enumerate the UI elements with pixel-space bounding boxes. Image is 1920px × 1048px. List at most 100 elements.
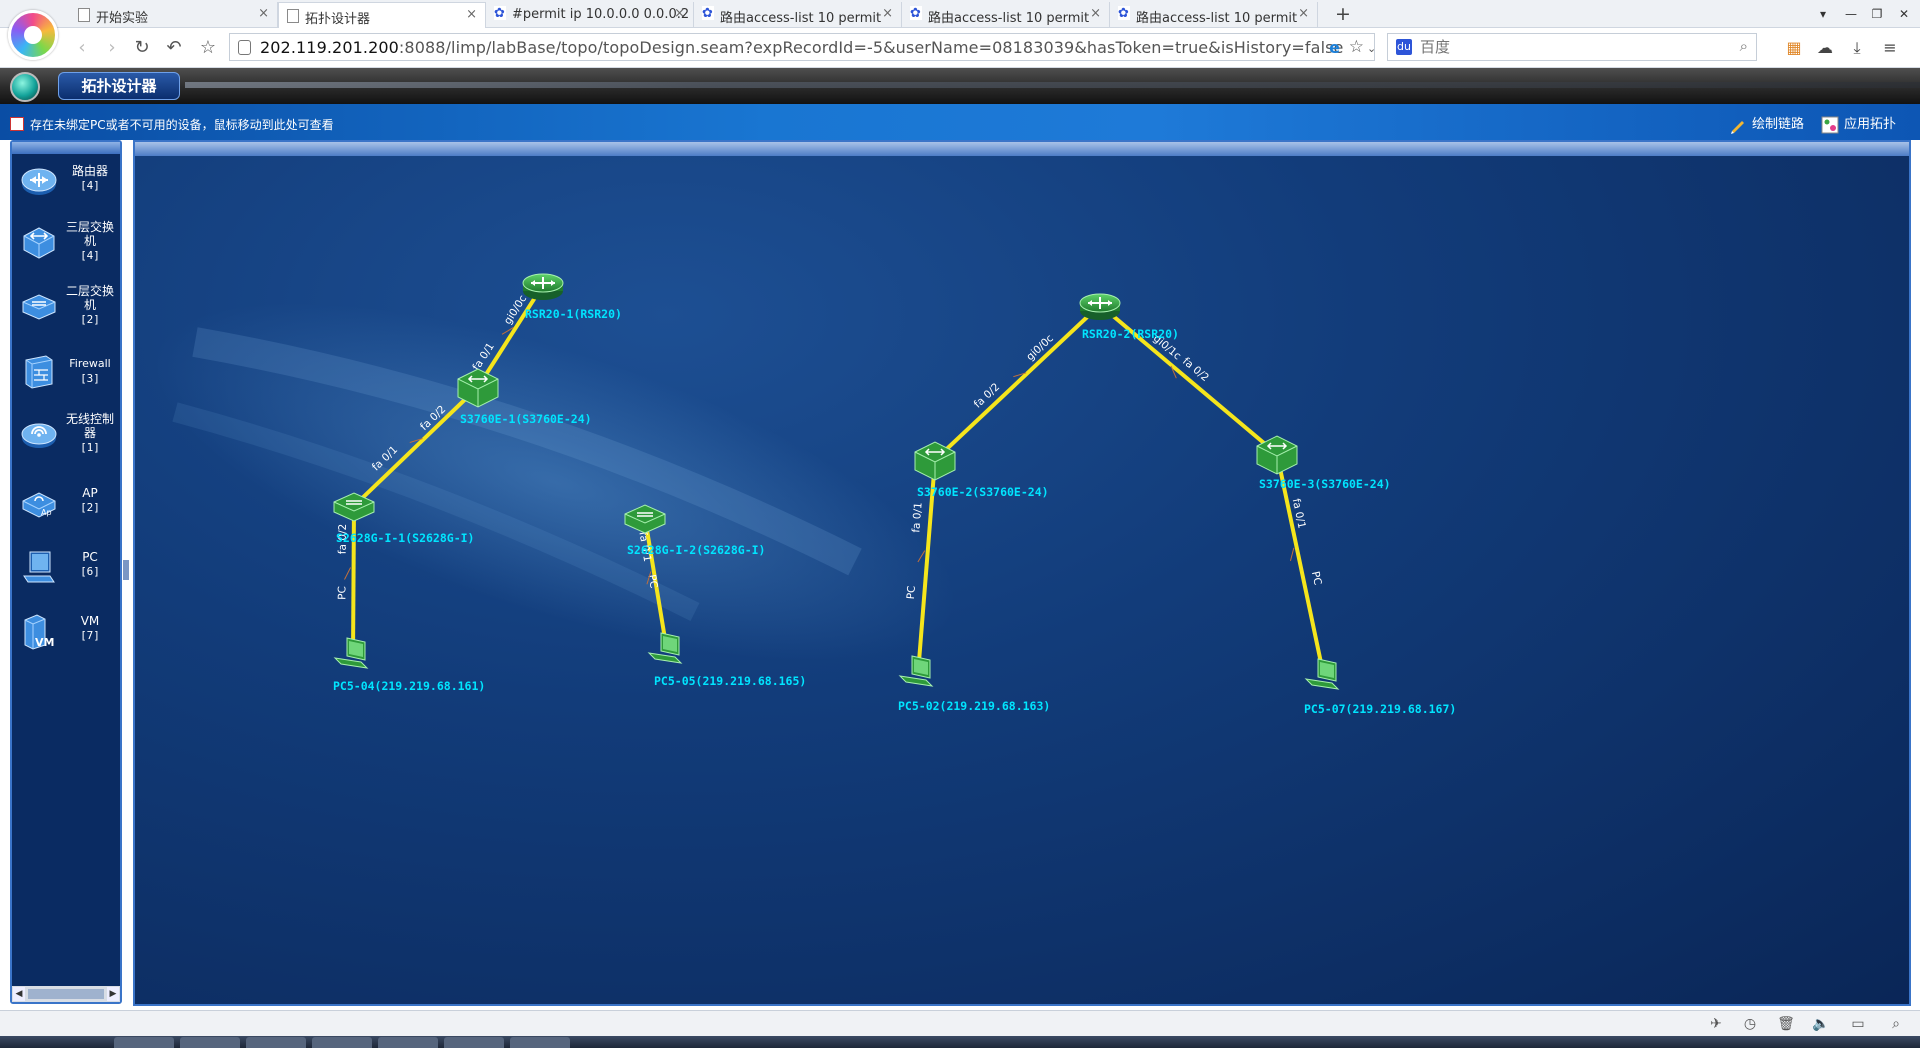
draw-link-button[interactable]: 绘制链路 bbox=[1729, 113, 1804, 134]
taskbar-button[interactable] bbox=[114, 1037, 174, 1048]
bookmark-star-icon[interactable]: ☆ bbox=[196, 36, 220, 60]
close-icon[interactable]: × bbox=[258, 6, 269, 21]
browser-status-bar: ✈ ◷ 🗑 🔈 ▭ ⌕ bbox=[0, 1010, 1920, 1036]
link-line[interactable] bbox=[351, 505, 356, 657]
router-icon[interactable] bbox=[522, 273, 564, 300]
tab-label: 拓扑设计器 bbox=[305, 12, 371, 27]
download-icon[interactable]: ⤓ bbox=[1845, 36, 1869, 60]
topology-link[interactable]: gi0/0cfa 0/2 bbox=[933, 303, 1102, 462]
taskbar-button[interactable] bbox=[246, 1037, 306, 1048]
app-header: 拓扑设计器 bbox=[0, 68, 1920, 104]
taskbar-button[interactable] bbox=[510, 1037, 570, 1048]
scroll-left-icon[interactable]: ◀ bbox=[13, 987, 25, 1001]
page-info-icon[interactable] bbox=[238, 40, 251, 55]
browser-tab[interactable]: ✿ #permit ip 10.0.0.0 0.0.0.2 × bbox=[486, 2, 694, 28]
scroll-right-icon[interactable]: ▶ bbox=[107, 987, 119, 1001]
os-taskbar bbox=[0, 1036, 1920, 1048]
search-icon[interactable]: ⌕ bbox=[1740, 37, 1748, 55]
chevron-down-icon[interactable]: ⌄ bbox=[1367, 42, 1376, 55]
apply-topology-label: 应用拓扑 bbox=[1844, 117, 1897, 132]
minimize-icon[interactable]: — bbox=[1840, 4, 1862, 24]
apply-topology-button[interactable]: 应用拓扑 bbox=[1821, 113, 1896, 134]
cloud-icon[interactable]: ☁ bbox=[1813, 36, 1837, 60]
router-icon[interactable] bbox=[1079, 293, 1121, 320]
pc-icon[interactable] bbox=[333, 637, 369, 669]
pc-icon[interactable] bbox=[898, 655, 934, 687]
pin-icon[interactable]: ✈ bbox=[1707, 1015, 1725, 1033]
palette-item-firewall[interactable]: Firewall [3] bbox=[16, 346, 120, 406]
close-icon[interactable]: × bbox=[466, 7, 477, 22]
panel-splitter-handle[interactable] bbox=[123, 560, 129, 580]
palette-item-vm[interactable]: VM VM [7] bbox=[16, 606, 120, 666]
taskbar-button[interactable] bbox=[312, 1037, 372, 1048]
taskbar-button[interactable] bbox=[444, 1037, 504, 1048]
taskbar-button[interactable] bbox=[180, 1037, 240, 1048]
palette-count: [4] bbox=[80, 249, 100, 262]
router-icon bbox=[21, 168, 57, 195]
palette-item-ap[interactable]: Ap AP [2] bbox=[16, 478, 120, 538]
palette-item-router[interactable]: 路由器 [4] bbox=[16, 156, 120, 216]
browser-tab[interactable]: 开始实验 × bbox=[70, 2, 278, 28]
zoom-icon[interactable]: ⌕ bbox=[1887, 1015, 1905, 1033]
url-text[interactable]: 202.119.201.200:8088/limp/labBase/topo/t… bbox=[260, 38, 1344, 57]
back-icon[interactable]: ‹ bbox=[70, 36, 94, 60]
warning-icon[interactable] bbox=[10, 117, 24, 131]
restore-icon[interactable]: ❐ bbox=[1866, 4, 1888, 24]
pc-node[interactable]: PC5-04(219.219.68.161) bbox=[333, 637, 485, 693]
l3-switch-node[interactable]: S3760E-2(S3760E-24) bbox=[914, 441, 1049, 499]
browser-tab[interactable]: ✿ 路由access-list 10 permit × bbox=[902, 2, 1110, 28]
reload-icon[interactable]: ↻ bbox=[130, 36, 154, 60]
tab-label: 路由access-list 10 permit bbox=[720, 11, 882, 26]
address-bar[interactable]: 202.119.201.200:8088/limp/labBase/topo/t… bbox=[229, 33, 1375, 61]
forward-icon[interactable]: › bbox=[100, 36, 124, 60]
l3-switch-node[interactable]: S3760E-3(S3760E-24) bbox=[1256, 435, 1391, 491]
close-icon[interactable]: × bbox=[882, 6, 893, 21]
browser-logo-icon[interactable] bbox=[8, 10, 58, 60]
page-icon bbox=[78, 8, 90, 22]
palette-item-wireless-controller[interactable]: 无线控制器 [1] bbox=[16, 410, 120, 470]
palette-label: AP bbox=[82, 486, 98, 500]
palette-label: 三层交换机 bbox=[65, 220, 114, 248]
pc-node[interactable]: PC5-02(219.219.68.163) bbox=[898, 655, 1050, 713]
url-path: :8088/limp/labBase/topo/topoDesign.seam?… bbox=[398, 38, 1344, 57]
menu-icon[interactable]: ≡ bbox=[1878, 36, 1902, 60]
device-label: S2628G-I-1(S2628G-I) bbox=[336, 531, 474, 545]
router-node[interactable]: RSR20-1(RSR20) bbox=[522, 273, 622, 321]
router-node[interactable]: RSR20-2(RSR20) bbox=[1079, 293, 1179, 341]
sound-icon[interactable]: 🔈 bbox=[1812, 1015, 1830, 1033]
palette-item-pc[interactable]: PC [6] bbox=[16, 542, 120, 602]
speed-icon[interactable]: ◷ bbox=[1741, 1015, 1759, 1033]
taskbar-button[interactable] bbox=[378, 1037, 438, 1048]
scrollbar-thumb[interactable] bbox=[28, 989, 104, 999]
pc-icon bbox=[23, 551, 55, 583]
unbound-device-warning[interactable]: 存在未绑定PC或者不可用的设备，鼠标移动到此处可查看 bbox=[30, 116, 334, 133]
palette-count: [2] bbox=[80, 501, 100, 514]
browser-tab[interactable]: ✿ 路由access-list 10 permit × bbox=[694, 2, 902, 28]
search-box[interactable]: du ⌕ bbox=[1387, 33, 1757, 61]
new-tab-button[interactable]: + bbox=[1330, 2, 1356, 26]
undo-icon[interactable]: ↶ bbox=[162, 36, 186, 60]
palette-item-l3-switch[interactable]: 三层交换机 [4] bbox=[16, 218, 120, 278]
device-label: S3760E-1(S3760E-24) bbox=[460, 412, 592, 426]
topology-canvas[interactable]: gi0/0c fa 0/1 fa 0/2 fa 0/1 fa 0/2 PC fa 0/1 PC… bbox=[133, 140, 1911, 1006]
favorite-star-icon[interactable]: ☆ bbox=[1349, 37, 1364, 57]
tab-label: #permit ip 10.0.0.0 0.0.0.2 bbox=[512, 7, 690, 22]
pin-window-icon[interactable]: ▾ bbox=[1812, 4, 1834, 24]
close-icon[interactable]: × bbox=[1298, 6, 1309, 21]
ie-mode-icon[interactable]: e bbox=[1329, 38, 1340, 57]
close-icon[interactable]: × bbox=[1090, 6, 1101, 21]
browser-tab-active[interactable]: 拓扑设计器 × bbox=[278, 2, 486, 29]
topology-toolbar: 存在未绑定PC或者不可用的设备，鼠标移动到此处可查看 绘制链路 应用拓扑 bbox=[0, 104, 1920, 140]
close-icon[interactable]: × bbox=[674, 6, 685, 21]
browser-tab[interactable]: ✿ 路由access-list 10 permit × bbox=[1110, 2, 1318, 28]
window-icon[interactable]: ▭ bbox=[1849, 1015, 1867, 1033]
palette-item-l2-switch[interactable]: 二层交换机 [2] bbox=[16, 282, 120, 342]
pc-node[interactable]: PC5-07(219.219.68.167) bbox=[1304, 658, 1456, 716]
trash-icon[interactable]: 🗑 bbox=[1777, 1015, 1795, 1033]
close-window-icon[interactable]: ✕ bbox=[1893, 4, 1915, 24]
palette-horizontal-scrollbar[interactable]: ◀ ▶ bbox=[12, 986, 120, 1002]
link-line[interactable] bbox=[933, 303, 1102, 462]
pc-icon[interactable] bbox=[1304, 658, 1340, 690]
search-input[interactable] bbox=[1420, 37, 1710, 57]
apps-grid-icon[interactable]: ▦ bbox=[1782, 36, 1806, 60]
